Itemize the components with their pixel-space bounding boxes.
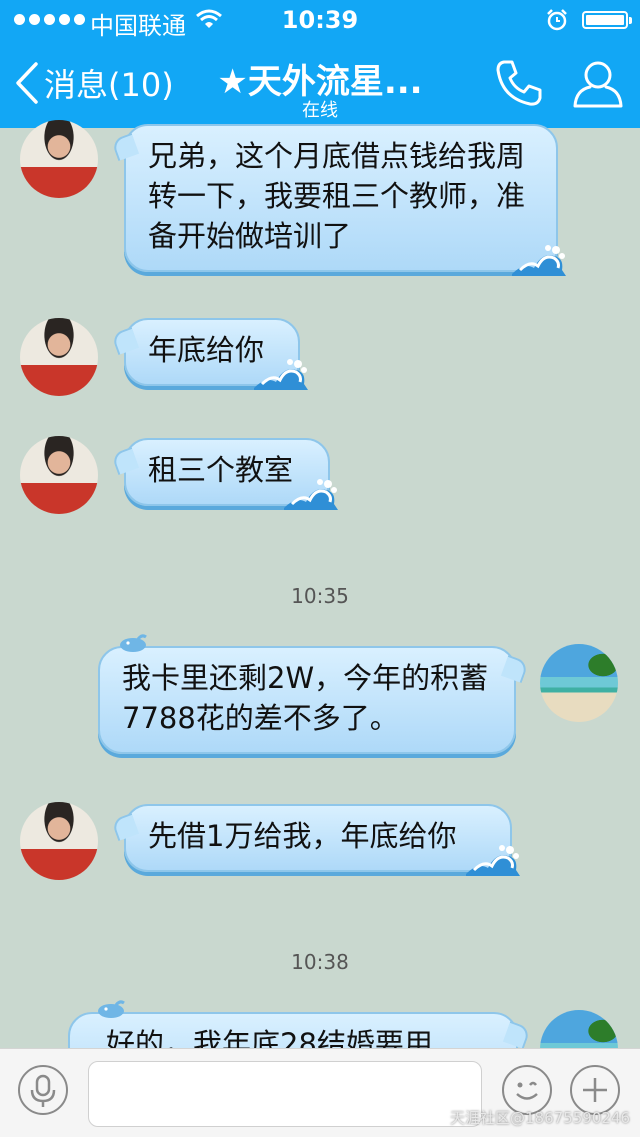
contact-avatar[interactable] bbox=[20, 436, 98, 514]
profile-icon[interactable] bbox=[572, 58, 624, 110]
timestamp: 10:35 bbox=[291, 584, 349, 608]
message-text: 兄弟，这个月底借点钱给我周转一下，我要租三个教师，准备开始做培训了 bbox=[148, 139, 526, 253]
timestamp: 10:38 bbox=[291, 950, 349, 974]
status-time: 10:39 bbox=[281, 6, 359, 34]
wave-decoration-icon bbox=[254, 357, 308, 390]
voice-button[interactable] bbox=[18, 1065, 68, 1115]
message-text: 我卡里还剩2W，今年的积蓄7788花的差不多了。 bbox=[122, 661, 489, 735]
message-bubble-incoming[interactable]: 租三个教室 bbox=[124, 438, 338, 510]
wave-decoration-icon bbox=[284, 477, 338, 510]
phone-icon[interactable] bbox=[494, 58, 544, 108]
message-bubble-incoming[interactable]: 兄弟，这个月底借点钱给我周转一下，我要租三个教师，准备开始做培训了 bbox=[124, 124, 566, 276]
alarm-icon bbox=[547, 9, 567, 31]
message-input[interactable] bbox=[88, 1061, 482, 1127]
contact-avatar[interactable] bbox=[20, 120, 98, 198]
message-bubble-outgoing[interactable]: 我卡里还剩2W，今年的积蓄7788花的差不多了。 bbox=[98, 634, 516, 754]
message-text: 先借1万给我，年底给你 bbox=[148, 819, 457, 853]
chevron-left-icon bbox=[16, 62, 38, 104]
wave-decoration-icon bbox=[466, 843, 520, 876]
microphone-icon bbox=[30, 1074, 56, 1107]
whale-decoration-icon bbox=[118, 634, 148, 652]
message-text: 年底给你 bbox=[148, 333, 265, 367]
message-bubble-incoming[interactable]: 先借1万给我，年底给你 bbox=[124, 804, 520, 876]
contact-avatar[interactable] bbox=[20, 318, 98, 396]
status-bar: 中国联通 10:39 bbox=[0, 0, 640, 40]
watermark: 天涯社区@18675590246 bbox=[450, 1109, 630, 1127]
battery-icon bbox=[582, 11, 632, 29]
presence-status: 在线 bbox=[302, 100, 338, 121]
wave-decoration-icon bbox=[512, 243, 566, 276]
message-bubble-incoming[interactable]: 年底给你 bbox=[124, 318, 308, 390]
message-text: 租三个教室 bbox=[148, 453, 294, 487]
my-avatar[interactable] bbox=[540, 644, 618, 722]
top-bar: 中国联通 10:39 消息(10) ★天外流星... 在线 bbox=[0, 0, 640, 128]
whale-decoration-icon bbox=[96, 1000, 126, 1018]
contact-avatar[interactable] bbox=[20, 802, 98, 880]
